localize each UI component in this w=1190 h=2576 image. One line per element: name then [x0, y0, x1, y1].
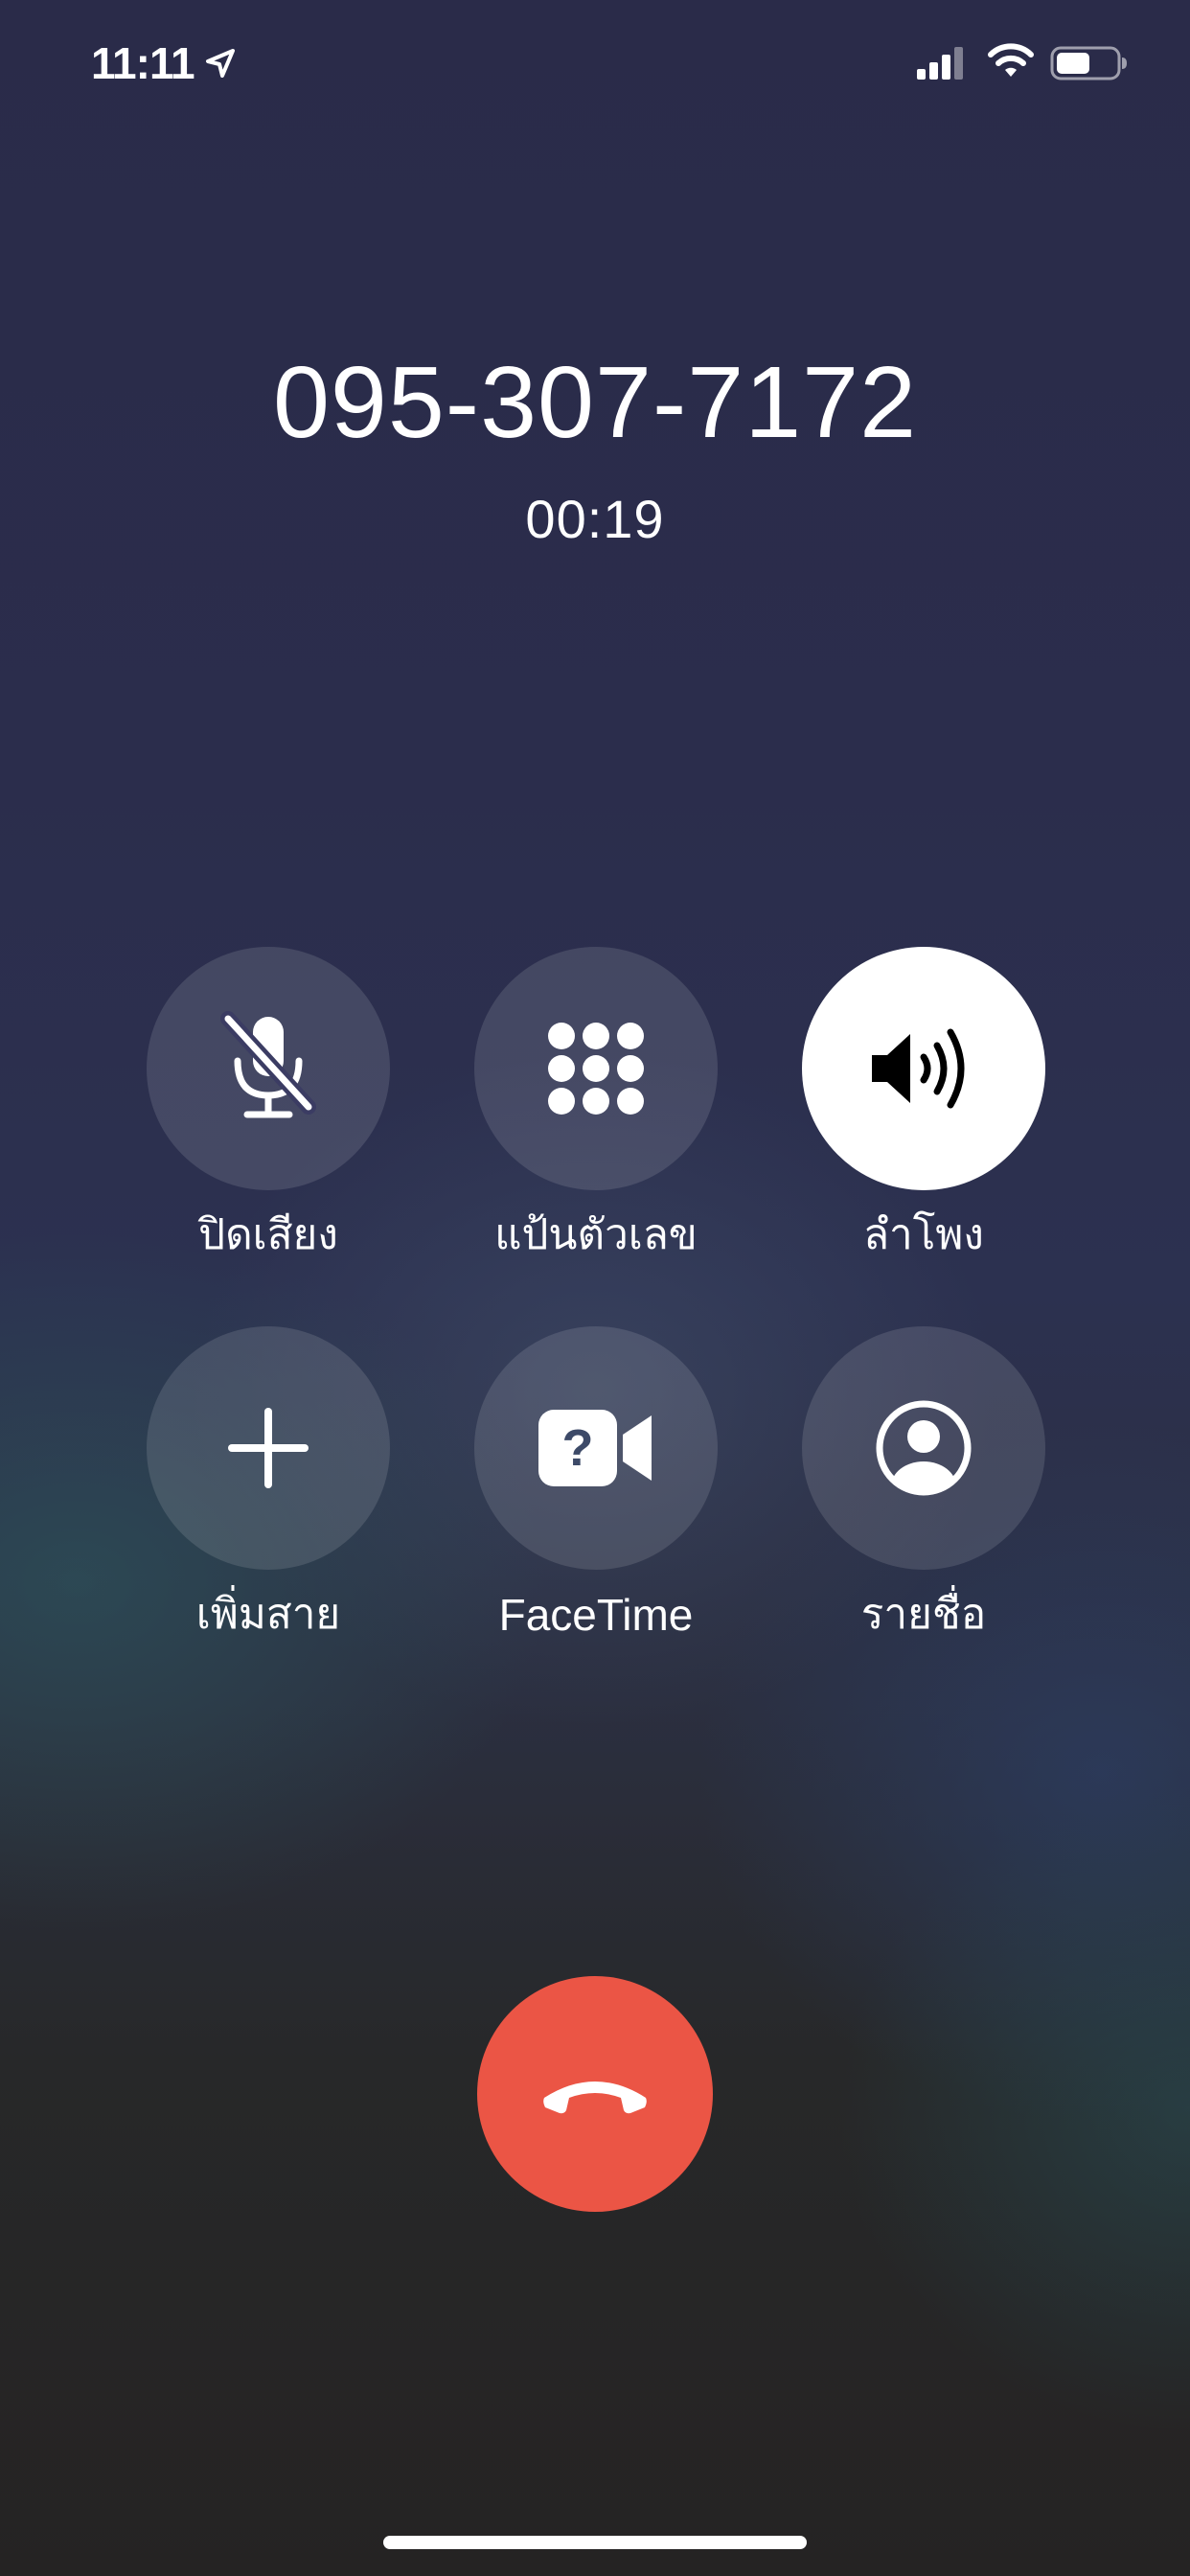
cellular-signal-icon	[917, 47, 963, 80]
contacts-button[interactable]	[802, 1326, 1045, 1570]
add-call-label: เพิ่มสาย	[195, 1590, 341, 1639]
keypad-icon	[548, 1023, 644, 1115]
svg-text:?: ?	[562, 1419, 594, 1477]
speaker-label: ลำโพง	[863, 1210, 984, 1259]
contacts-label: รายชื่อ	[860, 1590, 987, 1639]
contact-icon	[876, 1400, 972, 1496]
mic-slash-icon	[220, 1011, 316, 1118]
caller-number: 095-307-7172	[272, 346, 918, 459]
mute-button[interactable]	[147, 947, 390, 1190]
speaker-control[interactable]: ลำโพง	[801, 947, 1046, 1263]
add-call-control[interactable]: เพิ่มสาย	[146, 1326, 391, 1643]
contacts-control[interactable]: รายชื่อ	[801, 1326, 1046, 1643]
add-call-button[interactable]	[147, 1326, 390, 1570]
call-duration: 00:19	[525, 489, 665, 549]
keypad-label: แป้นตัวเลข	[494, 1210, 698, 1259]
status-time: 11:11	[91, 38, 195, 88]
mute-label: ปิดเสียง	[198, 1210, 338, 1259]
location-arrow-icon	[206, 49, 235, 78]
status-bar: 11:11	[0, 0, 1190, 125]
speaker-button[interactable]	[802, 947, 1045, 1190]
facetime-label: FaceTime	[498, 1590, 694, 1640]
facetime-video-icon: ?	[538, 1410, 652, 1486]
hang-up-icon	[543, 2082, 647, 2114]
facetime-button[interactable]: ?	[474, 1326, 718, 1570]
keypad-control[interactable]: แป้นตัวเลข	[473, 947, 719, 1263]
wifi-icon	[988, 43, 1034, 77]
end-call-button[interactable]	[477, 1976, 713, 2212]
speaker-icon	[872, 1028, 965, 1109]
home-indicator[interactable]	[383, 2536, 807, 2549]
keypad-button[interactable]	[474, 947, 718, 1190]
facetime-control[interactable]: ? FaceTime	[473, 1326, 719, 1643]
plus-icon	[228, 1408, 309, 1488]
battery-icon	[1050, 46, 1127, 80]
mute-control[interactable]: ปิดเสียง	[146, 947, 391, 1263]
